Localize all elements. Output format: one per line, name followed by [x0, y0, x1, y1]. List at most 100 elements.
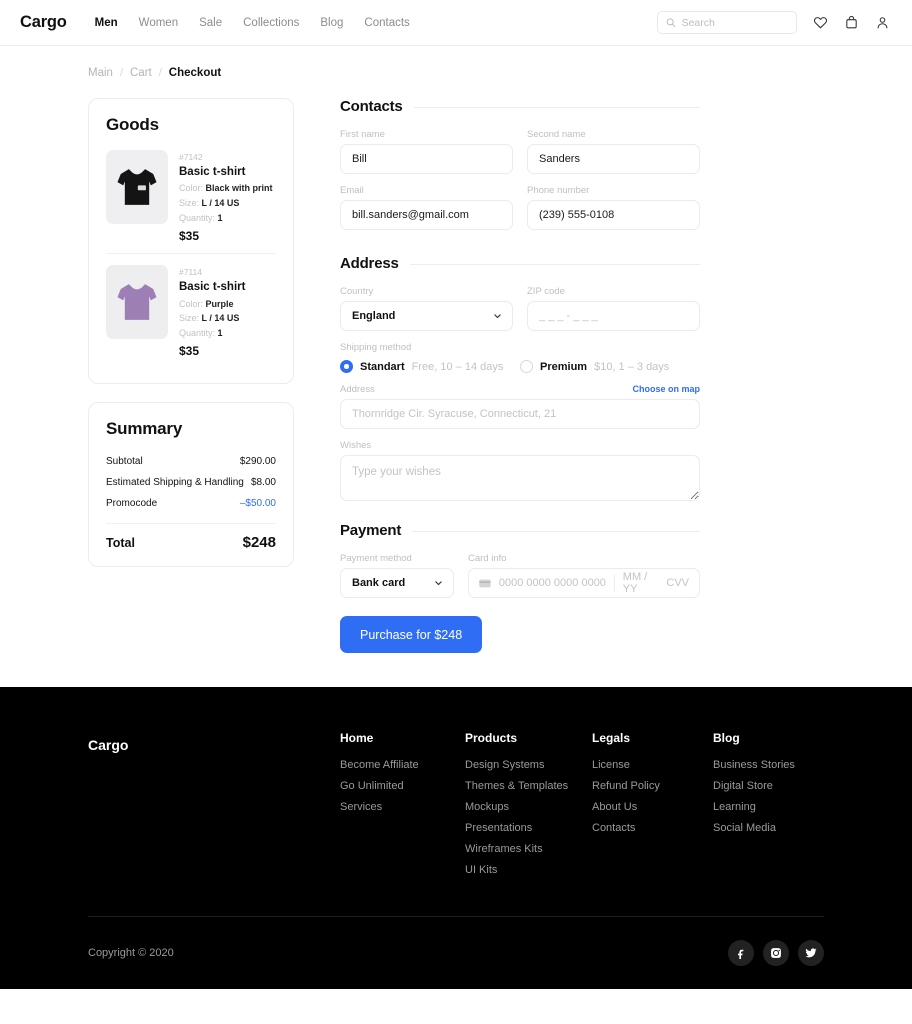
nav-item-sale[interactable]: Sale: [199, 17, 222, 29]
product-info: #7142 Basic t-shirt Color: Black with pr…: [179, 150, 273, 243]
section-title-contacts: Contacts: [340, 98, 403, 115]
total-label: Total: [106, 536, 135, 551]
search-box[interactable]: [657, 11, 797, 34]
breadcrumb-checkout: Checkout: [168, 67, 222, 79]
card-divider: [613, 574, 615, 592]
radio-standart[interactable]: [340, 360, 353, 373]
wishes-label: Wishes: [340, 440, 372, 451]
email-input[interactable]: [340, 200, 513, 230]
shipping-option-premium[interactable]: Premium $10, 1 – 3 days: [520, 360, 700, 373]
goods-item[interactable]: #7114 Basic t-shirt Color: Purple Size: …: [106, 253, 276, 368]
facebook-link[interactable]: [728, 940, 754, 966]
footer-link[interactable]: Digital Store: [713, 781, 838, 792]
email-label: Email: [340, 185, 364, 196]
checkout-form: Contacts First name Second name Email: [340, 98, 700, 653]
footer-link[interactable]: Wireframes Kits: [465, 844, 592, 855]
radio-premium[interactable]: [520, 360, 533, 373]
breadcrumb-main[interactable]: Main: [88, 67, 113, 79]
copyright-text: Copyright © 2020: [88, 947, 174, 959]
summary-value: –$50.00: [239, 498, 276, 510]
footer-link[interactable]: Business Stories: [713, 760, 838, 771]
size-value: L / 14 US: [201, 198, 240, 208]
first-name-input[interactable]: [340, 144, 513, 174]
card-cvv-placeholder[interactable]: CVV: [666, 577, 689, 589]
choose-on-map-link[interactable]: Choose on map: [632, 384, 700, 394]
footer-link[interactable]: License: [592, 760, 713, 771]
summary-row-subtotal: Subtotal $290.00: [106, 451, 276, 472]
footer-link[interactable]: Refund Policy: [592, 781, 713, 792]
footer-link[interactable]: About Us: [592, 802, 713, 813]
nav-item-collections[interactable]: Collections: [243, 17, 299, 29]
user-icon[interactable]: [875, 15, 890, 30]
footer-link[interactable]: UI Kits: [465, 865, 592, 876]
breadcrumb: Main / Cart / Checkout: [0, 46, 912, 79]
goods-item[interactable]: #7142 Basic t-shirt Color: Black with pr…: [106, 147, 276, 253]
footer-link[interactable]: Social Media: [713, 823, 838, 834]
product-sku: #7114: [179, 267, 203, 278]
first-name-field: First name: [340, 129, 513, 174]
color-value: Black with print: [205, 183, 273, 194]
footer-column-title: Home: [340, 731, 374, 745]
footer-link[interactable]: Presentations: [465, 823, 592, 834]
footer-link[interactable]: Mockups: [465, 802, 592, 813]
search-input[interactable]: [681, 16, 788, 29]
footer-column-title: Legals: [592, 731, 631, 745]
footer-link[interactable]: Learning: [713, 802, 838, 813]
product-size: Size: L / 14 US: [179, 196, 273, 211]
footer-link[interactable]: Themes & Templates: [465, 781, 592, 792]
footer-link[interactable]: Go Unlimited: [340, 781, 465, 792]
section-title-payment: Payment: [340, 522, 402, 539]
country-field: Country England: [340, 286, 513, 331]
tshirt-icon: [117, 284, 157, 321]
email-field: Email: [340, 185, 513, 230]
summary-label: Subtotal: [106, 456, 143, 468]
header-actions: [657, 11, 890, 34]
wishes-textarea[interactable]: [340, 455, 700, 501]
footer-link[interactable]: Become Affiliate: [340, 760, 465, 771]
goods-card: Goods #7142 Basic t-shirt Color: Black w…: [88, 98, 294, 385]
street-address-field: Address Choose on map: [340, 384, 700, 429]
footer-logo[interactable]: Cargo: [88, 731, 340, 753]
footer-column-title: Blog: [713, 731, 740, 745]
quantity-label: Quantity:: [179, 327, 216, 338]
shipping-options: Standart Free, 10 – 14 days Premium $10,…: [340, 360, 700, 373]
street-address-input[interactable]: [340, 399, 700, 429]
zip-input[interactable]: [527, 301, 700, 331]
card-number-placeholder[interactable]: 0000 0000 0000 0000: [499, 577, 606, 589]
summary-title: Summary: [106, 419, 183, 439]
logo[interactable]: Cargo: [20, 13, 67, 32]
product-price: $35: [179, 229, 200, 244]
footer-link[interactable]: Design Systems: [465, 760, 592, 771]
card-expiry-placeholder[interactable]: MM / YY: [623, 571, 659, 595]
twitter-link[interactable]: [798, 940, 824, 966]
payment-method-select[interactable]: Bank card: [340, 568, 454, 598]
bag-icon[interactable]: [844, 15, 859, 30]
zip-field: ZIP code: [527, 286, 700, 331]
nav-item-contacts[interactable]: Contacts: [364, 17, 409, 29]
heart-icon[interactable]: [813, 15, 828, 30]
street-address-label: Address: [340, 384, 375, 395]
section-title-address: Address: [340, 255, 399, 272]
page-body: Main / Cart / Checkout Goods #7142 Basic…: [0, 46, 912, 687]
nav-item-men[interactable]: Men: [95, 17, 118, 29]
summary-value: $290.00: [239, 456, 276, 468]
instagram-icon: [771, 948, 781, 958]
footer-link[interactable]: Contacts: [592, 823, 713, 834]
shipping-name: Premium: [540, 360, 588, 373]
shipping-option-standart[interactable]: Standart Free, 10 – 14 days: [340, 360, 520, 373]
card-info-box[interactable]: 0000 0000 0000 0000 MM / YY CVV: [468, 568, 700, 598]
footer-link[interactable]: Services: [340, 802, 465, 813]
nav-item-women[interactable]: Women: [139, 17, 178, 29]
tshirt-icon: [117, 169, 157, 205]
summary-value: $8.00: [250, 477, 276, 489]
instagram-link[interactable]: [763, 940, 789, 966]
second-name-input[interactable]: [527, 144, 700, 174]
section-rule: [413, 107, 700, 108]
breadcrumb-cart[interactable]: Cart: [130, 67, 152, 79]
divider: [106, 523, 276, 525]
phone-input[interactable]: [527, 200, 700, 230]
wishes-field: Wishes: [340, 440, 700, 506]
country-select[interactable]: England: [340, 301, 513, 331]
purchase-button[interactable]: Purchase for $248: [340, 616, 483, 653]
nav-item-blog[interactable]: Blog: [320, 17, 343, 29]
